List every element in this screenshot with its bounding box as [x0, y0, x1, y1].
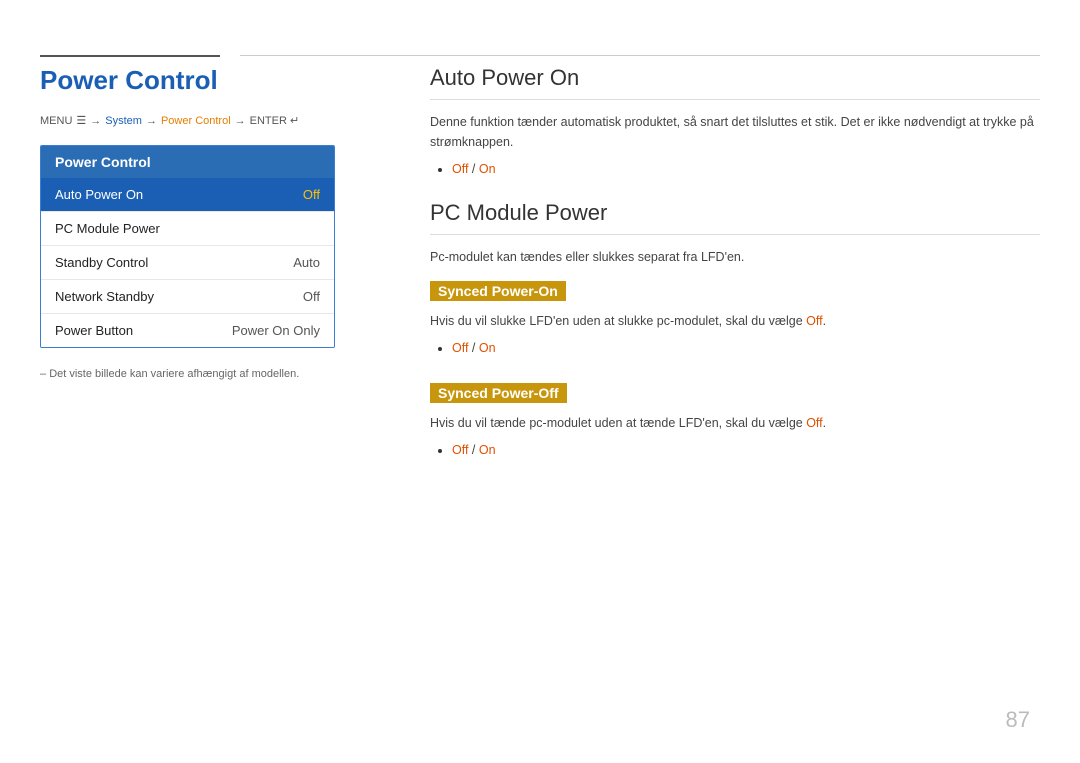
top-border-divider — [240, 55, 1040, 56]
menu-box: Power Control Auto Power On Off PC Modul… — [40, 145, 335, 348]
sep-auto: / — [468, 162, 478, 176]
on-label-synced-off: On — [479, 443, 496, 457]
menu-item-pc-module[interactable]: PC Module Power — [41, 212, 334, 246]
bullet-off-on-synced-on: Off / On — [452, 341, 1040, 355]
menu-item-value-auto-power-on: Off — [303, 187, 320, 202]
on-label-auto: On — [479, 162, 496, 176]
bullet-list-synced-on: Off / On — [430, 341, 1040, 355]
menu-item-value-power-button: Power On Only — [232, 323, 320, 338]
menu-item-power-button[interactable]: Power Button Power On Only — [41, 314, 334, 347]
footnote: Det viste billede kan variere afhængigt … — [40, 368, 400, 380]
sub-section-synced-power-off: Synced Power-Off Hvis du vil tænde pc-mo… — [430, 379, 1040, 457]
breadcrumb-arrow-1: → — [90, 115, 101, 127]
section-desc-auto-power-on: Denne funktion tænder automatisk produkt… — [430, 112, 1040, 152]
bullet-list-auto-power-on: Off / On — [430, 162, 1040, 176]
breadcrumb-enter: ENTER ↵ — [250, 114, 300, 127]
menu-item-label-network: Network Standby — [55, 289, 154, 304]
breadcrumb-power-control: Power Control — [161, 115, 231, 127]
section-title-auto-power-on: Auto Power On — [430, 65, 1040, 100]
top-border-accent — [40, 55, 220, 57]
sub-section-title-synced-off: Synced Power-Off — [430, 383, 567, 403]
off-label-auto: Off — [452, 162, 468, 176]
page-title: Power Control — [40, 65, 400, 96]
bullet-off-on-synced-off: Off / On — [452, 443, 1040, 457]
breadcrumb: MENU ☰ → System → Power Control → ENTER … — [40, 114, 400, 127]
sub-section-title-synced-on: Synced Power-On — [430, 281, 566, 301]
sep-synced-on: / — [468, 341, 478, 355]
menu-header: Power Control — [41, 146, 334, 178]
menu-item-auto-power-on[interactable]: Auto Power On Off — [41, 178, 334, 212]
menu-item-network-standby[interactable]: Network Standby Off — [41, 280, 334, 314]
sub-section-desc-synced-on: Hvis du vil slukke LFD'en uden at slukke… — [430, 311, 1040, 331]
sub-section-synced-power-on: Synced Power-On Hvis du vil slukke LFD'e… — [430, 277, 1040, 355]
section-title-pc-module: PC Module Power — [430, 200, 1040, 235]
menu-item-standby-control[interactable]: Standby Control Auto — [41, 246, 334, 280]
section-desc-pc-module: Pc-modulet kan tændes eller slukkes sepa… — [430, 247, 1040, 267]
off-label-synced-on: Off — [452, 341, 468, 355]
sub-section-desc-synced-off: Hvis du vil tænde pc-modulet uden at tæn… — [430, 413, 1040, 433]
page-number: 87 — [1006, 707, 1030, 733]
section-auto-power-on: Auto Power On Denne funktion tænder auto… — [430, 65, 1040, 176]
menu-item-label-auto-power-on: Auto Power On — [55, 187, 143, 202]
menu-item-label-power-button: Power Button — [55, 323, 133, 338]
bullet-list-synced-off: Off / On — [430, 443, 1040, 457]
menu-item-value-network: Off — [303, 289, 320, 304]
off-label-synced-off: Off — [452, 443, 468, 457]
breadcrumb-system: System — [105, 115, 142, 127]
on-label-synced-on: On — [479, 341, 496, 355]
left-column: Power Control MENU ☰ → System → Power Co… — [40, 65, 400, 380]
breadcrumb-menu-icon: ☰ — [76, 114, 86, 127]
sep-synced-off: / — [468, 443, 478, 457]
breadcrumb-arrow-3: → — [235, 115, 246, 127]
bullet-off-on-auto: Off / On — [452, 162, 1040, 176]
breadcrumb-arrow-2: → — [146, 115, 157, 127]
breadcrumb-menu: MENU — [40, 115, 72, 127]
menu-item-label-standby: Standby Control — [55, 255, 148, 270]
menu-item-value-standby: Auto — [293, 255, 320, 270]
section-pc-module-power: PC Module Power Pc-modulet kan tændes el… — [430, 200, 1040, 457]
right-column: Auto Power On Denne funktion tænder auto… — [430, 65, 1040, 481]
menu-item-label-pc-module: PC Module Power — [55, 221, 160, 236]
